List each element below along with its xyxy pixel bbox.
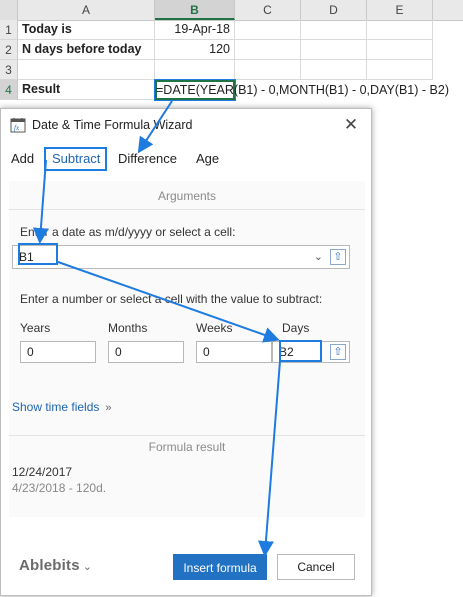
days-input[interactable]: B2 ⇧ bbox=[272, 341, 350, 363]
tab-age[interactable]: Age bbox=[196, 147, 219, 171]
calendar-formula-icon: fx bbox=[10, 118, 26, 133]
chevron-down-icon: ⌄ bbox=[82, 561, 93, 573]
dialog-title: Date & Time Formula Wizard bbox=[32, 118, 193, 132]
column-header-c[interactable]: C bbox=[235, 0, 301, 20]
select-all-corner[interactable] bbox=[0, 0, 18, 20]
cell-c1[interactable] bbox=[235, 20, 301, 40]
cell-c2[interactable] bbox=[235, 40, 301, 60]
cell-a4[interactable]: Result bbox=[18, 80, 155, 100]
cell-b1[interactable]: 19-Apr-18 bbox=[155, 20, 235, 40]
dialog-footer: Ablebits ⌄ Insert formula Cancel bbox=[1, 541, 371, 597]
years-label: Years bbox=[20, 321, 51, 335]
days-label: Days bbox=[282, 321, 310, 335]
dialog-titlebar[interactable]: fx Date & Time Formula Wizard ✕ bbox=[1, 109, 371, 141]
date-select-value: B1 bbox=[19, 250, 34, 264]
insert-formula-button[interactable]: Insert formula bbox=[173, 554, 267, 580]
tab-add[interactable]: Add bbox=[11, 147, 34, 171]
cell-d1[interactable] bbox=[301, 20, 367, 40]
double-chevron-right-icon: » bbox=[105, 402, 112, 414]
cancel-button[interactable]: Cancel bbox=[277, 554, 355, 580]
cell-d3[interactable] bbox=[301, 60, 367, 80]
show-time-fields-link[interactable]: Show time fields » bbox=[12, 400, 112, 414]
date-label: Enter a date as m/d/yyyy or select a cel… bbox=[20, 225, 236, 239]
column-header-b[interactable]: B bbox=[155, 0, 235, 20]
spreadsheet: A B C D E 1 2 3 4 Today is 19-Apr-18 N d… bbox=[0, 0, 463, 101]
formula-result-heading: Formula result bbox=[148, 440, 226, 454]
column-header-a[interactable]: A bbox=[18, 0, 155, 20]
select-range-icon[interactable]: ⇧ bbox=[330, 344, 346, 360]
cell-b2[interactable]: 120 bbox=[155, 40, 235, 60]
arguments-heading: Arguments bbox=[157, 189, 217, 203]
close-icon[interactable]: ✕ bbox=[341, 115, 361, 135]
cell-e2[interactable] bbox=[367, 40, 433, 60]
formula-result-detail: 4/23/2018 - 120d. bbox=[12, 481, 107, 495]
weeks-label: Weeks bbox=[196, 321, 233, 335]
cell-a3[interactable] bbox=[18, 60, 155, 80]
cell-b3[interactable] bbox=[155, 60, 235, 80]
weeks-input[interactable]: 0 bbox=[196, 341, 272, 363]
tab-difference[interactable]: Difference bbox=[118, 147, 177, 171]
brand-label: Ablebits bbox=[19, 557, 80, 574]
cell-d2[interactable] bbox=[301, 40, 367, 60]
date-select[interactable]: B1 ⌄ ⇧ bbox=[12, 245, 350, 269]
row-header-2[interactable]: 2 bbox=[0, 40, 18, 60]
svg-text:fx: fx bbox=[14, 124, 20, 132]
formula-result-value: 12/24/2017 bbox=[12, 465, 73, 479]
cell-a1[interactable]: Today is bbox=[18, 20, 155, 40]
months-input[interactable]: 0 bbox=[108, 341, 184, 363]
cell-c3[interactable] bbox=[235, 60, 301, 80]
months-label: Months bbox=[108, 321, 148, 335]
row-header-1[interactable]: 1 bbox=[0, 20, 18, 40]
cell-e1[interactable] bbox=[367, 20, 433, 40]
formula-wizard-dialog: fx Date & Time Formula Wizard ✕ Add Subt… bbox=[0, 108, 372, 596]
cell-e3[interactable] bbox=[367, 60, 433, 80]
number-label: Enter a number or select a cell with the… bbox=[20, 292, 323, 306]
show-time-fields-label: Show time fields bbox=[12, 400, 100, 414]
ablebits-menu[interactable]: Ablebits ⌄ bbox=[19, 557, 92, 574]
chevron-down-icon[interactable]: ⌄ bbox=[314, 246, 323, 268]
column-header-d[interactable]: D bbox=[301, 0, 367, 20]
formula-result-divider-left bbox=[9, 435, 365, 436]
tab-subtract[interactable]: Subtract bbox=[44, 147, 107, 171]
cell-a2[interactable]: N days before today bbox=[18, 40, 155, 60]
column-header-e[interactable]: E bbox=[367, 0, 433, 20]
select-range-icon[interactable]: ⇧ bbox=[330, 249, 346, 265]
years-input[interactable]: 0 bbox=[20, 341, 96, 363]
row-header-3[interactable]: 3 bbox=[0, 60, 18, 80]
cell-b4-formula: =DATE(YEAR(B1) - 0,MONTH(B1) - 0,DAY(B1)… bbox=[156, 83, 449, 97]
arguments-divider bbox=[9, 209, 365, 210]
days-input-value: B2 bbox=[279, 345, 294, 359]
tab-bar: Add Subtract Difference Age bbox=[1, 147, 371, 171]
row-header-4[interactable]: 4 bbox=[0, 80, 18, 100]
